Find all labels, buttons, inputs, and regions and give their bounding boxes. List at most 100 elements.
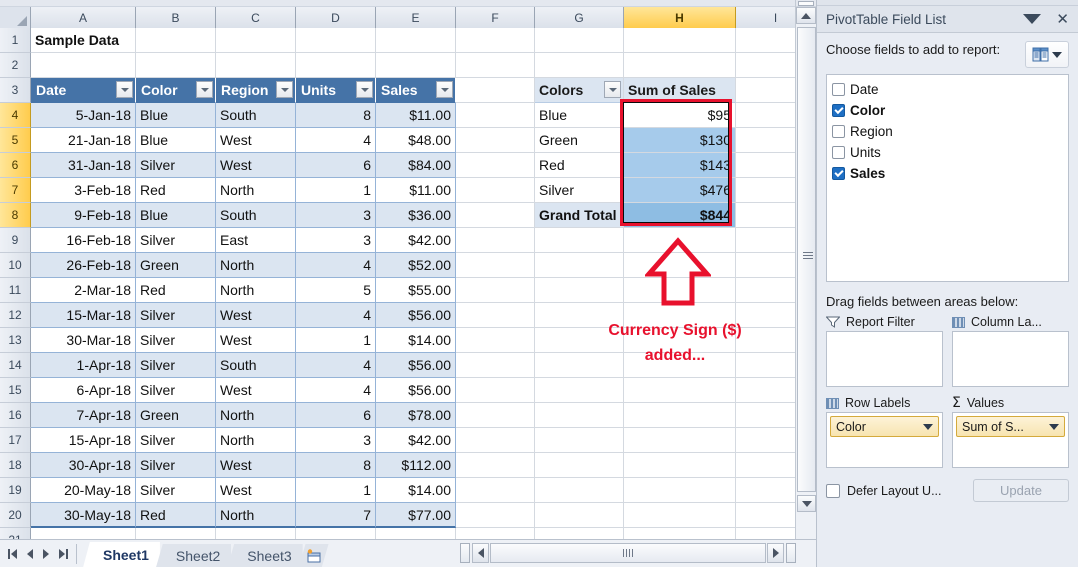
table-cell-units[interactable]: 4 bbox=[296, 303, 376, 328]
sheet-tab-sheet2[interactable]: Sheet2 bbox=[155, 543, 232, 567]
table-cell-sales[interactable]: $11.00 bbox=[376, 178, 456, 203]
column-labels-dropzone[interactable] bbox=[952, 331, 1069, 387]
horizontal-scroll-thumb[interactable] bbox=[490, 543, 766, 563]
cell-h21[interactable] bbox=[624, 528, 736, 539]
table-cell-date[interactable]: 26-Feb-18 bbox=[31, 253, 136, 278]
cell-e1[interactable] bbox=[376, 28, 456, 53]
table-cell-date[interactable]: 6-Apr-18 bbox=[31, 378, 136, 403]
table-cell-region[interactable]: South bbox=[216, 103, 296, 128]
row-header[interactable]: 11 bbox=[0, 278, 31, 303]
cell-f11[interactable] bbox=[456, 278, 535, 303]
column-header-e[interactable]: E bbox=[376, 7, 456, 28]
table-cell-date[interactable]: 20-May-18 bbox=[31, 478, 136, 503]
cell-f1[interactable] bbox=[456, 28, 535, 53]
field-item-color[interactable]: Color bbox=[832, 100, 1068, 121]
pivot-row-label[interactable]: Silver bbox=[535, 178, 624, 203]
table-cell-region[interactable]: South bbox=[216, 353, 296, 378]
column-header-b[interactable]: B bbox=[136, 7, 216, 28]
cell-b2[interactable] bbox=[136, 53, 216, 78]
row-header[interactable]: 10 bbox=[0, 253, 31, 278]
cell-h20[interactable] bbox=[624, 503, 736, 528]
scroll-right-button[interactable] bbox=[767, 543, 784, 563]
horizontal-scrollbar[interactable] bbox=[460, 542, 796, 564]
table-cell-sales[interactable]: $112.00 bbox=[376, 453, 456, 478]
table-cell-region[interactable]: North bbox=[216, 428, 296, 453]
pivot-grand-total-label[interactable]: Grand Total bbox=[535, 203, 624, 228]
insert-worksheet-icon[interactable] bbox=[299, 544, 329, 567]
cell-f9[interactable] bbox=[456, 228, 535, 253]
table-cell-region[interactable]: West bbox=[216, 478, 296, 503]
table-cell-units[interactable]: 4 bbox=[296, 378, 376, 403]
filter-dropdown-icon[interactable] bbox=[196, 81, 213, 98]
table-cell-sales[interactable]: $56.00 bbox=[376, 378, 456, 403]
values-dropzone[interactable]: Sum of S... bbox=[952, 412, 1069, 468]
table-cell-color[interactable]: Silver bbox=[136, 478, 216, 503]
table-cell-region[interactable]: West bbox=[216, 153, 296, 178]
cell-b1[interactable] bbox=[136, 28, 216, 53]
table-cell-region[interactable]: West bbox=[216, 378, 296, 403]
vertical-scrollbar[interactable] bbox=[795, 0, 816, 539]
cell-f2[interactable] bbox=[456, 53, 535, 78]
table-cell-sales[interactable]: $78.00 bbox=[376, 403, 456, 428]
pivot-value-cell[interactable]: $95 bbox=[624, 103, 736, 128]
table-header-region[interactable]: Region bbox=[216, 78, 296, 103]
cell-g9[interactable] bbox=[535, 228, 624, 253]
table-cell-units[interactable]: 6 bbox=[296, 403, 376, 428]
prev-sheet-button[interactable] bbox=[27, 548, 33, 559]
close-icon[interactable]: ✕ bbox=[1053, 12, 1072, 27]
column-header-h[interactable]: H bbox=[624, 7, 736, 28]
cell-g11[interactable] bbox=[535, 278, 624, 303]
cell-g17[interactable] bbox=[535, 428, 624, 453]
table-cell-units[interactable]: 5 bbox=[296, 278, 376, 303]
table-cell-color[interactable]: Red bbox=[136, 503, 216, 528]
table-cell-date[interactable]: 21-Jan-18 bbox=[31, 128, 136, 153]
table-cell-sales[interactable]: $56.00 bbox=[376, 353, 456, 378]
table-cell-sales[interactable]: $11.00 bbox=[376, 103, 456, 128]
vertical-scroll-thumb[interactable] bbox=[797, 27, 816, 492]
column-header-c[interactable]: C bbox=[216, 7, 296, 28]
horizontal-split-handle[interactable] bbox=[460, 543, 470, 563]
table-cell-date[interactable]: 15-Mar-18 bbox=[31, 303, 136, 328]
cell-e21[interactable] bbox=[376, 528, 456, 539]
table-cell-date[interactable]: 3-Feb-18 bbox=[31, 178, 136, 203]
filter-dropdown-icon[interactable] bbox=[276, 81, 293, 98]
table-cell-units[interactable]: 6 bbox=[296, 153, 376, 178]
cell-f13[interactable] bbox=[456, 328, 535, 353]
cell-f8[interactable] bbox=[456, 203, 535, 228]
field-list-layout-button[interactable] bbox=[1025, 41, 1069, 68]
cell-f6[interactable] bbox=[456, 153, 535, 178]
cell-g16[interactable] bbox=[535, 403, 624, 428]
table-cell-date[interactable]: 30-Apr-18 bbox=[31, 453, 136, 478]
cell-h2[interactable] bbox=[624, 53, 736, 78]
cell-f10[interactable] bbox=[456, 253, 535, 278]
table-cell-region[interactable]: West bbox=[216, 328, 296, 353]
table-cell-region[interactable]: North bbox=[216, 503, 296, 528]
sheet-tab-sheet3[interactable]: Sheet3 bbox=[227, 543, 303, 567]
row-header[interactable]: 20 bbox=[0, 503, 31, 528]
cell-d1[interactable] bbox=[296, 28, 376, 53]
table-cell-units[interactable]: 8 bbox=[296, 103, 376, 128]
column-header-g[interactable]: G bbox=[535, 7, 624, 28]
checkbox-sales[interactable] bbox=[832, 167, 845, 180]
cell-g21[interactable] bbox=[535, 528, 624, 539]
cell-h1[interactable] bbox=[624, 28, 736, 53]
field-item-region[interactable]: Region bbox=[832, 121, 1068, 142]
table-cell-units[interactable]: 3 bbox=[296, 203, 376, 228]
pivot-value-header[interactable]: Sum of Sales bbox=[624, 78, 736, 103]
cell-g18[interactable] bbox=[535, 453, 624, 478]
filter-dropdown-icon[interactable] bbox=[116, 81, 133, 98]
checkbox-units[interactable] bbox=[832, 146, 845, 159]
table-cell-region[interactable]: North bbox=[216, 178, 296, 203]
table-cell-color[interactable]: Red bbox=[136, 278, 216, 303]
cell-a2[interactable] bbox=[31, 53, 136, 78]
table-cell-sales[interactable]: $77.00 bbox=[376, 503, 456, 528]
cell-g1[interactable] bbox=[535, 28, 624, 53]
cell-g20[interactable] bbox=[535, 503, 624, 528]
row-header[interactable]: 6 bbox=[0, 153, 31, 178]
table-cell-color[interactable]: Silver bbox=[136, 328, 216, 353]
table-cell-color[interactable]: Blue bbox=[136, 103, 216, 128]
filter-dropdown-icon[interactable] bbox=[436, 81, 453, 98]
row-header[interactable]: 15 bbox=[0, 378, 31, 403]
cell-g19[interactable] bbox=[535, 478, 624, 503]
column-header-f[interactable]: F bbox=[456, 7, 535, 28]
